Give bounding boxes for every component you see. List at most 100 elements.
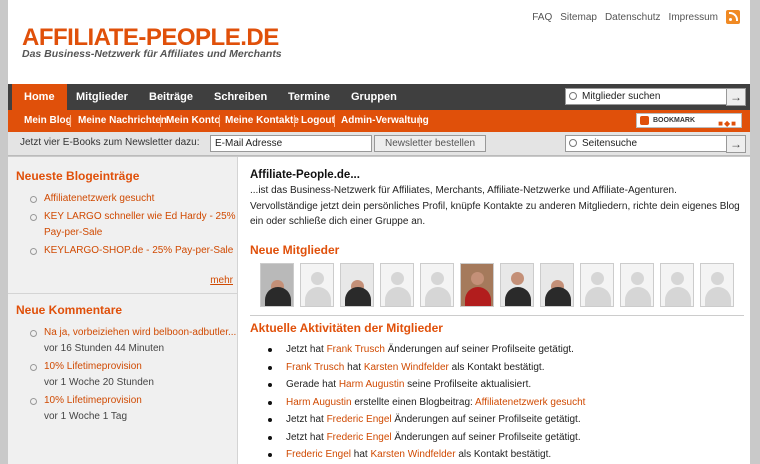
member-avatar[interactable] bbox=[300, 263, 334, 307]
bookmark-button[interactable]: BOOKMARK ■◆■ bbox=[636, 113, 742, 128]
member-avatar[interactable] bbox=[460, 263, 494, 307]
activity-list: Jetzt hat Frank Trusch Änderungen auf se… bbox=[264, 341, 744, 464]
activity-text: hat bbox=[351, 449, 371, 460]
activity-text: Änderungen auf seiner Profilseite getäti… bbox=[391, 431, 581, 443]
nav-gruppen[interactable]: Gruppen bbox=[351, 84, 397, 110]
subnav-logout[interactable]: Logout bbox=[301, 110, 335, 132]
member-avatar[interactable] bbox=[540, 263, 574, 307]
newsletter-bar: Jetzt vier E-Books zum Newsletter dazu: … bbox=[8, 132, 750, 156]
member-search-go-button[interactable]: → bbox=[726, 88, 746, 106]
activity-text: seine Profilseite aktualisiert. bbox=[404, 379, 532, 390]
member-avatar[interactable] bbox=[340, 263, 374, 307]
list-item: KEYLARGO-SHOP.de - 25% Pay-per-Sale bbox=[30, 243, 240, 259]
activity-item: Jetzt hat Frederic Engel Änderungen auf … bbox=[264, 429, 744, 447]
impressum-link[interactable]: Impressum bbox=[669, 12, 718, 23]
activity-item: Harm Augustin erstellte einen Blogbeitra… bbox=[264, 394, 744, 412]
member-avatar[interactable] bbox=[380, 263, 414, 307]
nav-schreiben[interactable]: Schreiben bbox=[214, 84, 267, 110]
section-divider bbox=[250, 315, 744, 316]
blog-entry-link[interactable]: KEY LARGO schneller wie Ed Hardy - 25% P… bbox=[44, 211, 236, 238]
site-search-go-button[interactable]: → bbox=[726, 135, 746, 153]
subnav-divider bbox=[419, 115, 420, 127]
subnav-mein-konto[interactable]: Mein Konto bbox=[166, 110, 220, 132]
newsletter-subscribe-button[interactable]: Newsletter bestellen bbox=[374, 135, 486, 152]
member-avatar[interactable] bbox=[660, 263, 694, 307]
activity-item: Jetzt hat Frank Trusch Änderungen auf se… bbox=[264, 341, 744, 359]
activity-item: Frank Trusch hat Karsten Windfelder als … bbox=[264, 359, 744, 377]
activity-item: Frederic Engel hat Karsten Windfelder al… bbox=[264, 446, 744, 464]
faq-link[interactable]: FAQ bbox=[532, 12, 552, 23]
member-avatar[interactable] bbox=[260, 263, 294, 307]
rss-feed-icon[interactable] bbox=[726, 10, 740, 24]
list-item: Na ja, vorbeiziehen wird belboon-adbutle… bbox=[30, 325, 240, 357]
search-icon bbox=[569, 139, 577, 147]
newsletter-text: Jetzt vier E-Books zum Newsletter dazu: bbox=[20, 137, 200, 148]
sidebar-comments-heading: Neue Kommentare bbox=[16, 303, 123, 317]
content-area: Neueste Blogeinträge Affiliatenetzwerk g… bbox=[8, 157, 750, 464]
blog-post-link[interactable]: Affiliatenetzwerk gesucht bbox=[475, 397, 585, 408]
subnav-meine-kontakte[interactable]: Meine Kontakte bbox=[225, 110, 299, 132]
subnav-admin-verwaltung[interactable]: Admin-Verwaltung bbox=[341, 110, 429, 132]
new-members-gallery bbox=[260, 263, 740, 309]
comment-link[interactable]: 10% Lifetimeprovision bbox=[44, 395, 142, 406]
member-avatar[interactable] bbox=[420, 263, 454, 307]
more-link[interactable]: mehr bbox=[210, 275, 233, 286]
subnav-meine-nachrichten[interactable]: Meine Nachrichten bbox=[78, 110, 167, 132]
activity-item: Gerade hat Harm Augustin seine Profilsei… bbox=[264, 376, 744, 394]
member-search-value: Mitglieder suchen bbox=[582, 91, 661, 102]
list-item: 10% Lifetimeprovision vor 1 Woche 20 Stu… bbox=[30, 359, 240, 391]
list-item: 10% Lifetimeprovision vor 1 Woche 1 Tag bbox=[30, 393, 240, 425]
activity-item: Jetzt hat Frederic Engel Änderungen auf … bbox=[264, 411, 744, 429]
nav-termine[interactable]: Termine bbox=[288, 84, 330, 110]
member-avatar[interactable] bbox=[500, 263, 534, 307]
activity-text: Gerade hat bbox=[286, 379, 339, 390]
member-avatar[interactable] bbox=[620, 263, 654, 307]
intro-title: Affiliate-People.de... bbox=[250, 169, 360, 181]
new-members-heading: Neue Mitglieder bbox=[250, 243, 340, 257]
nav-beitraege[interactable]: Beiträge bbox=[149, 84, 193, 110]
member-link[interactable]: Frank Trusch bbox=[286, 362, 344, 373]
member-link[interactable]: Harm Augustin bbox=[339, 379, 405, 390]
sitemap-link[interactable]: Sitemap bbox=[560, 12, 597, 23]
activity-text: Jetzt hat bbox=[286, 431, 327, 443]
member-link[interactable]: Frederic Engel bbox=[327, 414, 392, 425]
member-link[interactable]: Frederic Engel bbox=[286, 449, 351, 460]
header: AFFILIATE-PEOPLE.DE Das Business-Netzwer… bbox=[8, 0, 750, 84]
subnav-divider bbox=[70, 115, 71, 127]
comment-list: Na ja, vorbeiziehen wird belboon-adbutle… bbox=[30, 325, 240, 425]
member-link[interactable]: Frank Trusch bbox=[327, 344, 385, 355]
comment-link[interactable]: Na ja, vorbeiziehen wird belboon-adbutle… bbox=[44, 327, 236, 338]
datenschutz-link[interactable]: Datenschutz bbox=[605, 12, 661, 23]
subnav-mein-blog[interactable]: Mein Blog bbox=[24, 110, 72, 132]
newsletter-email-input[interactable]: E-Mail Adresse bbox=[210, 135, 372, 152]
bookmark-label: BOOKMARK bbox=[653, 117, 695, 124]
member-link[interactable]: Harm Augustin bbox=[286, 397, 352, 408]
bookmark-icon bbox=[640, 116, 649, 125]
user-subnavigation: Mein Blog Meine Nachrichten Mein Konto M… bbox=[8, 110, 750, 132]
member-search-input[interactable]: Mitglieder suchen bbox=[565, 88, 733, 105]
nav-home[interactable]: Home bbox=[12, 84, 67, 110]
sidebar-divider bbox=[8, 293, 237, 294]
site-logo-subtitle: Das Business-Netzwerk für Affiliates und… bbox=[22, 48, 282, 60]
activity-text: hat bbox=[344, 361, 364, 373]
blog-entry-link[interactable]: Affiliatenetzwerk gesucht bbox=[44, 193, 154, 204]
page: AFFILIATE-PEOPLE.DE Das Business-Netzwer… bbox=[0, 0, 760, 464]
activity-text: Jetzt hat bbox=[286, 344, 327, 355]
member-link[interactable]: Karsten Windfelder bbox=[371, 449, 456, 460]
member-link[interactable]: Frederic Engel bbox=[327, 432, 392, 443]
newsletter-prefix: Jetzt vier E-Books zum bbox=[20, 137, 126, 148]
activity-text: Änderungen auf seiner Profilseite getäti… bbox=[391, 414, 581, 425]
intro-text: ...ist das Business-Netzwerk für Affilia… bbox=[250, 185, 740, 227]
nav-mitglieder[interactable]: Mitglieder bbox=[76, 84, 128, 110]
member-link[interactable]: Karsten Windfelder bbox=[364, 362, 449, 373]
blog-entry-link[interactable]: KEYLARGO-SHOP.de - 25% Pay-per-Sale bbox=[44, 245, 233, 256]
search-icon bbox=[569, 92, 577, 100]
comment-link[interactable]: 10% Lifetimeprovision bbox=[44, 361, 142, 372]
member-avatar[interactable] bbox=[580, 263, 614, 307]
top-links: FAQ Sitemap Datenschutz Impressum bbox=[532, 10, 740, 24]
activity-text: erstellte einen Blogbeitrag: bbox=[351, 396, 476, 408]
activity-text: Jetzt hat bbox=[286, 414, 327, 425]
newsletter-link[interactable]: Newsletter bbox=[125, 137, 172, 148]
member-avatar[interactable] bbox=[700, 263, 734, 307]
site-search-input[interactable]: Seitensuche bbox=[565, 135, 733, 152]
